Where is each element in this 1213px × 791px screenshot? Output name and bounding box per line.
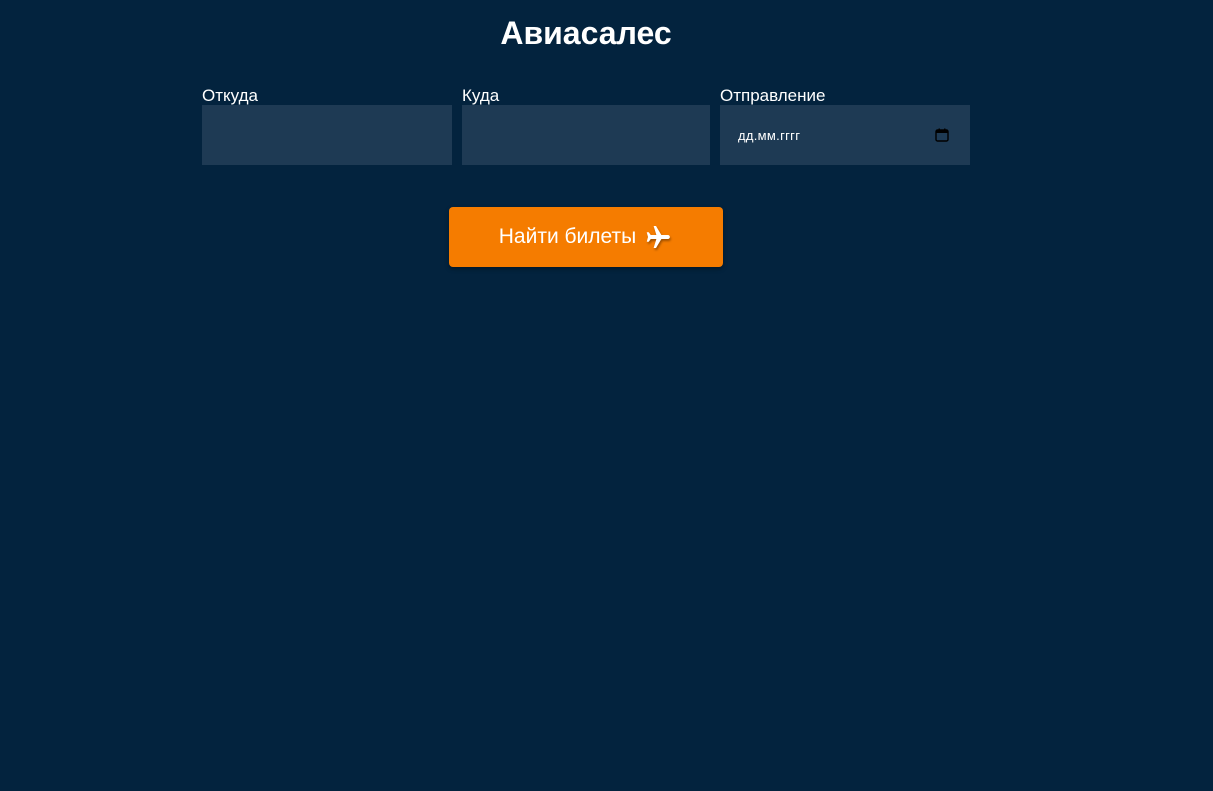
departure-date-placeholder: дд.мм.гггг	[738, 127, 801, 143]
page-title: Авиасалес	[500, 15, 672, 51]
to-label: Куда	[462, 86, 500, 105]
to-field-group: Куда	[462, 86, 710, 166]
plane-icon	[643, 222, 673, 252]
calendar-icon[interactable]	[935, 128, 949, 142]
search-form: Откуда Куда Отправление дд.мм.гггг	[202, 86, 970, 166]
departure-date-input[interactable]: дд.мм.гггг	[720, 105, 970, 165]
search-tickets-label: Найти билеты	[498, 225, 637, 248]
to-input[interactable]	[462, 105, 710, 165]
search-tickets-button[interactable]: Найти билеты	[449, 207, 723, 267]
from-field-group: Откуда	[202, 86, 452, 166]
departure-label: Отправление	[720, 86, 826, 105]
from-label: Откуда	[202, 86, 258, 105]
from-input[interactable]	[202, 105, 452, 165]
departure-field-group: Отправление дд.мм.гггг	[720, 86, 970, 166]
